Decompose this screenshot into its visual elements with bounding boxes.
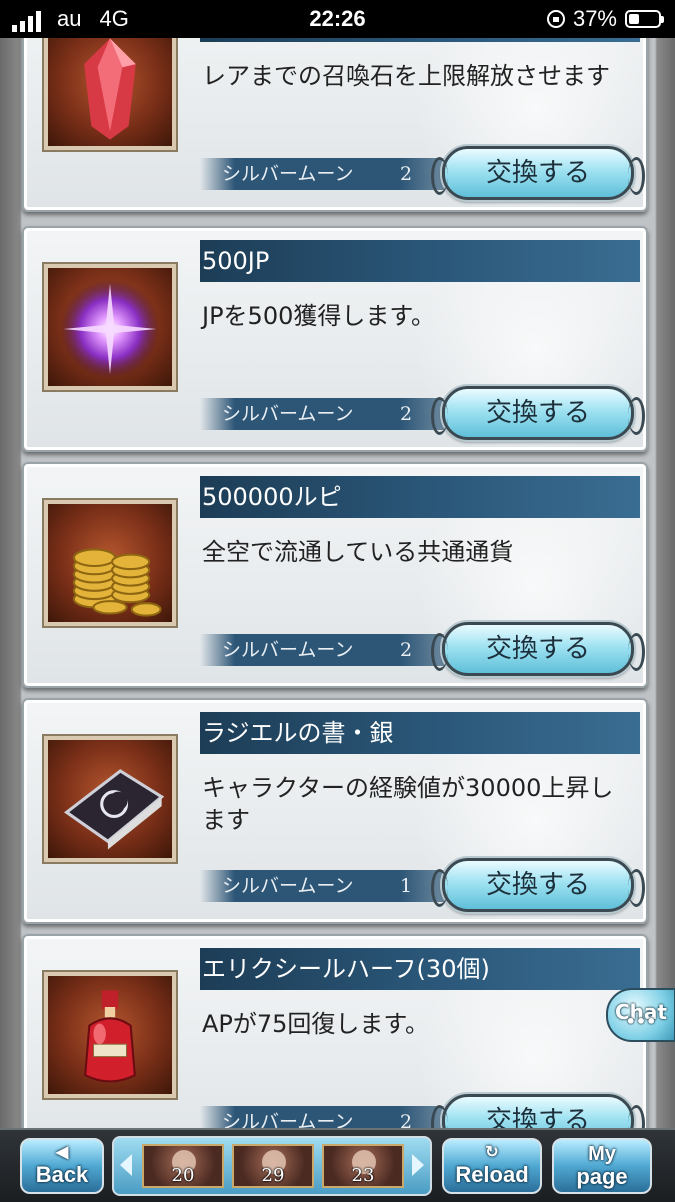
- exchange-button[interactable]: 交換する: [431, 622, 645, 676]
- purple-orb-icon: [48, 268, 172, 386]
- price-bar: シルバームーン 2: [200, 634, 450, 666]
- reload-button[interactable]: ↻ Reload: [442, 1138, 542, 1194]
- currency-amount: 2: [400, 403, 413, 425]
- back-label: Back: [35, 1162, 89, 1187]
- carousel-slot-number: 20: [171, 1165, 195, 1186]
- item-description: JPを500獲得します。: [202, 302, 435, 330]
- gold-coins-icon: [48, 504, 172, 622]
- currency-amount: 2: [400, 639, 413, 661]
- currency-name: シルバームーン: [222, 875, 354, 897]
- price-bar: シルバームーン 2: [200, 398, 450, 430]
- exchange-button[interactable]: 交換する: [431, 858, 645, 912]
- currency-amount: 1: [400, 875, 413, 897]
- battery-icon: [625, 10, 664, 28]
- item-title-bar: 500000ルピ: [200, 476, 640, 518]
- reload-label: Reload: [455, 1162, 529, 1187]
- item-description: レアまでの召喚石を上限解放させます: [202, 62, 610, 90]
- mypage-top-label: My: [588, 1143, 616, 1165]
- item-description: APが75回復します。: [202, 1010, 430, 1038]
- silver-book-icon: [48, 740, 172, 858]
- carousel-right-arrow-icon[interactable]: [412, 1154, 424, 1176]
- item-title-bar: 500JP: [200, 240, 640, 282]
- item-description: キャラクターの経験値が30000上昇します: [202, 774, 614, 834]
- carousel-slot-number: 29: [261, 1165, 285, 1186]
- back-button[interactable]: ◀ Back: [20, 1138, 104, 1194]
- chat-dots-icon: •••: [625, 1012, 657, 1031]
- party-carousel: 20 29 23: [112, 1136, 432, 1196]
- item-thumbnail: [42, 498, 178, 628]
- item-title: ラジエルの書・銀: [202, 719, 394, 747]
- currency-name: シルバームーン: [222, 403, 354, 425]
- item-thumbnail: [42, 734, 178, 864]
- battery-percent: 37%: [572, 6, 617, 31]
- carousel-slot[interactable]: 20: [142, 1144, 224, 1188]
- price-bar: シルバームーン 2: [200, 158, 450, 190]
- carousel-slot[interactable]: 29: [232, 1144, 314, 1188]
- item-title: 500JP: [202, 247, 270, 275]
- reload-icon: ↻: [485, 1144, 499, 1161]
- back-arrow-icon: ◀: [55, 1144, 69, 1161]
- item-thumbnail: [42, 970, 178, 1100]
- currency-name: シルバームーン: [222, 639, 354, 661]
- mypage-label: page: [576, 1164, 628, 1189]
- mypage-button[interactable]: My page: [552, 1138, 652, 1194]
- carousel-slot[interactable]: 23: [322, 1144, 404, 1188]
- exchange-item-card: 500JP JPを500獲得します。 シルバームーン 2 交換する: [22, 226, 648, 452]
- item-title-bar: ラジエルの書・銀: [200, 712, 640, 754]
- item-title: 500000ルピ: [202, 483, 342, 511]
- red-potion-icon: [48, 976, 172, 1094]
- carousel-left-arrow-icon[interactable]: [120, 1154, 132, 1176]
- item-title: エリクシールハーフ(30個): [202, 955, 490, 983]
- status-bar: au 4G 22:26 37%: [0, 0, 675, 38]
- carousel-slot-number: 23: [351, 1165, 375, 1186]
- currency-name: シルバームーン: [222, 163, 354, 185]
- bottom-nav: ◀ Back 20 29 23 ↻ Reload My page: [0, 1128, 675, 1202]
- exchange-item-card: 500000ルピ 全空で流通している共通通貨 シルバームーン 2 交換する: [22, 462, 648, 688]
- exchange-button[interactable]: 交換する: [431, 146, 645, 200]
- chat-button[interactable]: Chat •••: [606, 988, 675, 1042]
- item-thumbnail: [42, 22, 178, 152]
- item-description: 全空で流通している共通通貨: [202, 538, 514, 566]
- price-bar: シルバームーン 1: [200, 870, 450, 902]
- red-crystal-icon: [48, 28, 172, 146]
- exchange-button[interactable]: 交換する: [431, 386, 645, 440]
- currency-amount: 2: [400, 163, 413, 185]
- item-title-bar: エリクシールハーフ(30個): [200, 948, 640, 990]
- exchange-item-card: エリクシールハーフ(30個) APが75回復します。 シルバームーン 2 交換す…: [22, 934, 648, 1160]
- item-thumbnail: [42, 262, 178, 392]
- rotation-lock-icon: [546, 10, 565, 28]
- exchange-item-card: ラジエルの書・銀 キャラクターの経験値が30000上昇します シルバームーン 1…: [22, 698, 648, 924]
